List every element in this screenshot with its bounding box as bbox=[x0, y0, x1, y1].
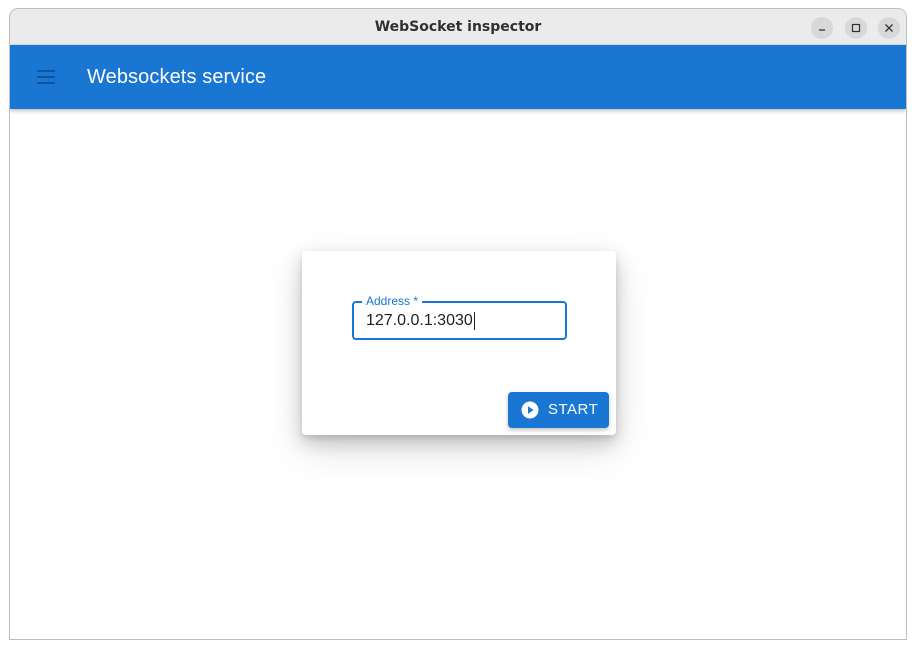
app-bar: Websockets service bbox=[10, 45, 906, 109]
connection-card: Address * 127.0.0.1:3030 START bbox=[302, 251, 616, 435]
maximize-icon bbox=[851, 23, 861, 33]
start-button[interactable]: START bbox=[508, 392, 609, 428]
maximize-button[interactable] bbox=[845, 17, 867, 39]
app-window: WebSocket inspector Websockets service A… bbox=[9, 8, 907, 640]
play-circle-icon bbox=[521, 401, 539, 419]
window-titlebar[interactable]: WebSocket inspector bbox=[10, 9, 906, 45]
hamburger-menu-icon[interactable] bbox=[36, 69, 56, 85]
app-title: Websockets service bbox=[87, 66, 267, 88]
address-input[interactable]: 127.0.0.1:3030 bbox=[366, 303, 475, 338]
close-button[interactable] bbox=[878, 17, 900, 39]
minimize-icon bbox=[819, 29, 825, 31]
close-icon bbox=[885, 24, 893, 32]
address-value: 127.0.0.1:3030 bbox=[366, 312, 473, 329]
minimize-button[interactable] bbox=[811, 17, 833, 39]
start-button-label: START bbox=[548, 401, 599, 418]
address-field[interactable]: Address * 127.0.0.1:3030 bbox=[352, 294, 567, 340]
text-caret bbox=[473, 311, 475, 330]
window-title: WebSocket inspector bbox=[374, 19, 542, 35]
